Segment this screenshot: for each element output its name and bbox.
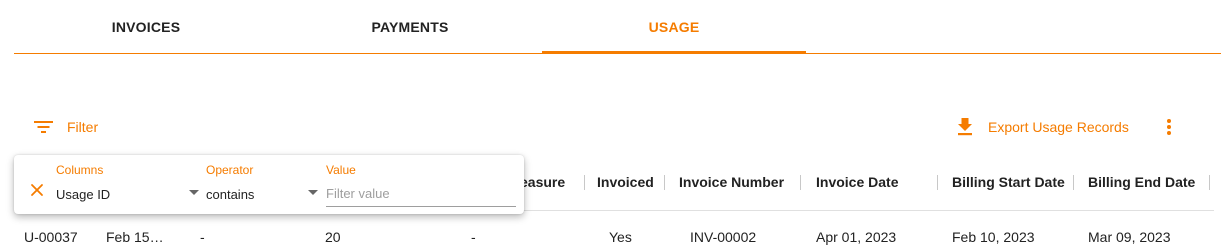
cell-invoiced: Yes bbox=[609, 229, 632, 245]
operator-select-value: contains bbox=[206, 187, 255, 202]
more-vertical-icon[interactable] bbox=[1160, 117, 1178, 137]
cell-invoice-date: Apr 01, 2023 bbox=[816, 229, 897, 245]
cell-billing-end-date: Mar 09, 2023 bbox=[1088, 229, 1171, 245]
column-header-measure[interactable]: easure bbox=[520, 174, 565, 192]
cell-unit-of-measure: - bbox=[471, 229, 476, 245]
column-separator[interactable] bbox=[584, 175, 585, 190]
cell-value: - bbox=[200, 229, 205, 245]
column-separator[interactable] bbox=[800, 175, 801, 190]
value-label: Value bbox=[326, 163, 356, 177]
active-tab-indicator bbox=[542, 51, 806, 53]
filter-button[interactable]: Filter bbox=[34, 116, 98, 138]
cell-billing-start-date: Feb 10, 2023 bbox=[952, 229, 1035, 245]
filter-list-icon bbox=[34, 121, 53, 133]
filter-panel: Columns Usage ID Operator contains Value bbox=[14, 155, 524, 214]
operator-label: Operator bbox=[206, 163, 254, 177]
export-button-label: Export Usage Records bbox=[988, 119, 1129, 135]
column-header-invoiced[interactable]: Invoiced bbox=[597, 174, 654, 192]
tab-usage[interactable]: USAGE bbox=[542, 0, 806, 53]
column-header-billing-start-date[interactable]: Billing Start Date bbox=[952, 174, 1065, 192]
cell-date: Feb 15… bbox=[106, 229, 164, 245]
chevron-down-icon bbox=[189, 190, 199, 195]
columns-label: Columns bbox=[56, 163, 104, 177]
column-header-invoice-number[interactable]: Invoice Number bbox=[679, 174, 784, 192]
chevron-down-icon bbox=[308, 190, 318, 195]
tab-payments[interactable]: PAYMENTS bbox=[278, 0, 542, 53]
column-separator[interactable] bbox=[937, 175, 938, 190]
column-header-invoice-date[interactable]: Invoice Date bbox=[816, 174, 898, 192]
filter-button-label: Filter bbox=[67, 119, 99, 135]
tab-invoices[interactable]: INVOICES bbox=[14, 0, 278, 53]
column-separator[interactable] bbox=[664, 175, 665, 190]
close-icon[interactable] bbox=[30, 183, 44, 197]
column-separator[interactable] bbox=[1209, 175, 1210, 190]
export-usage-records-button[interactable]: Export Usage Records bbox=[957, 116, 1129, 138]
download-icon bbox=[958, 118, 972, 136]
cell-quantity: 20 bbox=[325, 229, 341, 245]
cell-invoice-number: INV-00002 bbox=[690, 229, 757, 245]
column-header-billing-end-date[interactable]: Billing End Date bbox=[1088, 174, 1195, 192]
cell-usage-id: U-00037 bbox=[24, 229, 78, 245]
columns-select-value: Usage ID bbox=[56, 187, 111, 202]
filter-value-input[interactable] bbox=[326, 181, 516, 207]
column-separator[interactable] bbox=[1073, 175, 1074, 190]
tab-bar: INVOICES PAYMENTS USAGE bbox=[14, 0, 1221, 54]
